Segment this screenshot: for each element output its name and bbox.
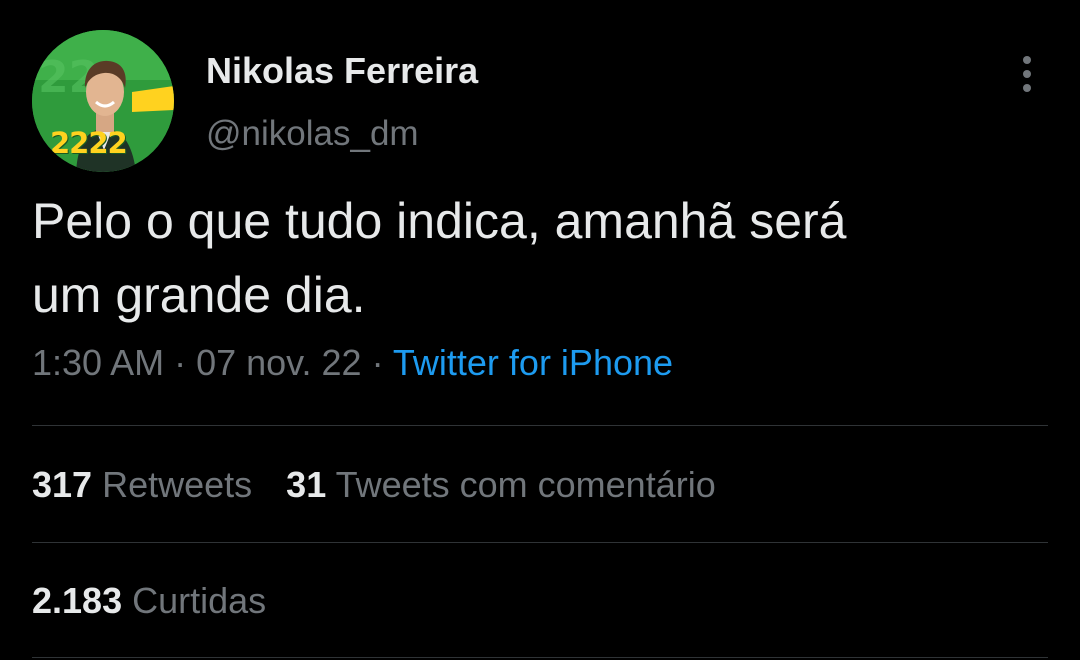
tweet: 22 2222 Nikolas Ferreira @nikolas_dm Pel…	[0, 0, 1080, 660]
divider	[32, 542, 1048, 543]
meta-separator: ·	[164, 342, 197, 383]
likes-stat[interactable]: 2.183 Curtidas	[32, 580, 266, 621]
tweet-source-link[interactable]: Twitter for iPhone	[393, 342, 673, 383]
author-display-name[interactable]: Nikolas Ferreira	[206, 50, 478, 92]
quote-tweets-label: Tweets com comentário	[335, 464, 716, 505]
likes-label: Curtidas	[132, 580, 267, 621]
retweets-stat[interactable]: 317 Retweets	[32, 464, 252, 505]
avatar[interactable]: 22 2222	[32, 30, 174, 172]
tweet-time[interactable]: 1:30 AM	[32, 342, 164, 383]
more-dot	[1023, 70, 1031, 78]
tweet-text-line-2: um grande dia.	[32, 267, 366, 323]
retweets-label: Retweets	[102, 464, 253, 505]
more-dot	[1023, 84, 1031, 92]
avatar-number: 2222	[50, 126, 128, 160]
divider	[32, 425, 1048, 426]
quote-tweets-count: 31	[286, 464, 327, 505]
retweets-count: 317	[32, 464, 93, 505]
quote-tweets-stat[interactable]: 31 Tweets com comentário	[286, 464, 716, 505]
more-vertical-icon[interactable]	[1012, 54, 1042, 94]
tweet-meta: 1:30 AM · 07 nov. 22 · Twitter for iPhon…	[32, 342, 673, 384]
tweet-date[interactable]: 07 nov. 22	[196, 342, 361, 383]
likes-row: 2.183 Curtidas	[32, 580, 266, 622]
likes-count: 2.183	[32, 580, 123, 621]
tweet-text-line-1: Pelo o que tudo indica, amanhã será	[32, 193, 847, 249]
more-dot	[1023, 56, 1031, 64]
meta-separator: ·	[361, 342, 393, 383]
divider	[32, 657, 1048, 658]
engagement-row: 317 Retweets 31 Tweets com comentário	[32, 464, 716, 506]
tweet-text: Pelo o que tudo indica, amanhã será um g…	[32, 184, 1042, 332]
author-handle[interactable]: @nikolas_dm	[206, 114, 419, 154]
